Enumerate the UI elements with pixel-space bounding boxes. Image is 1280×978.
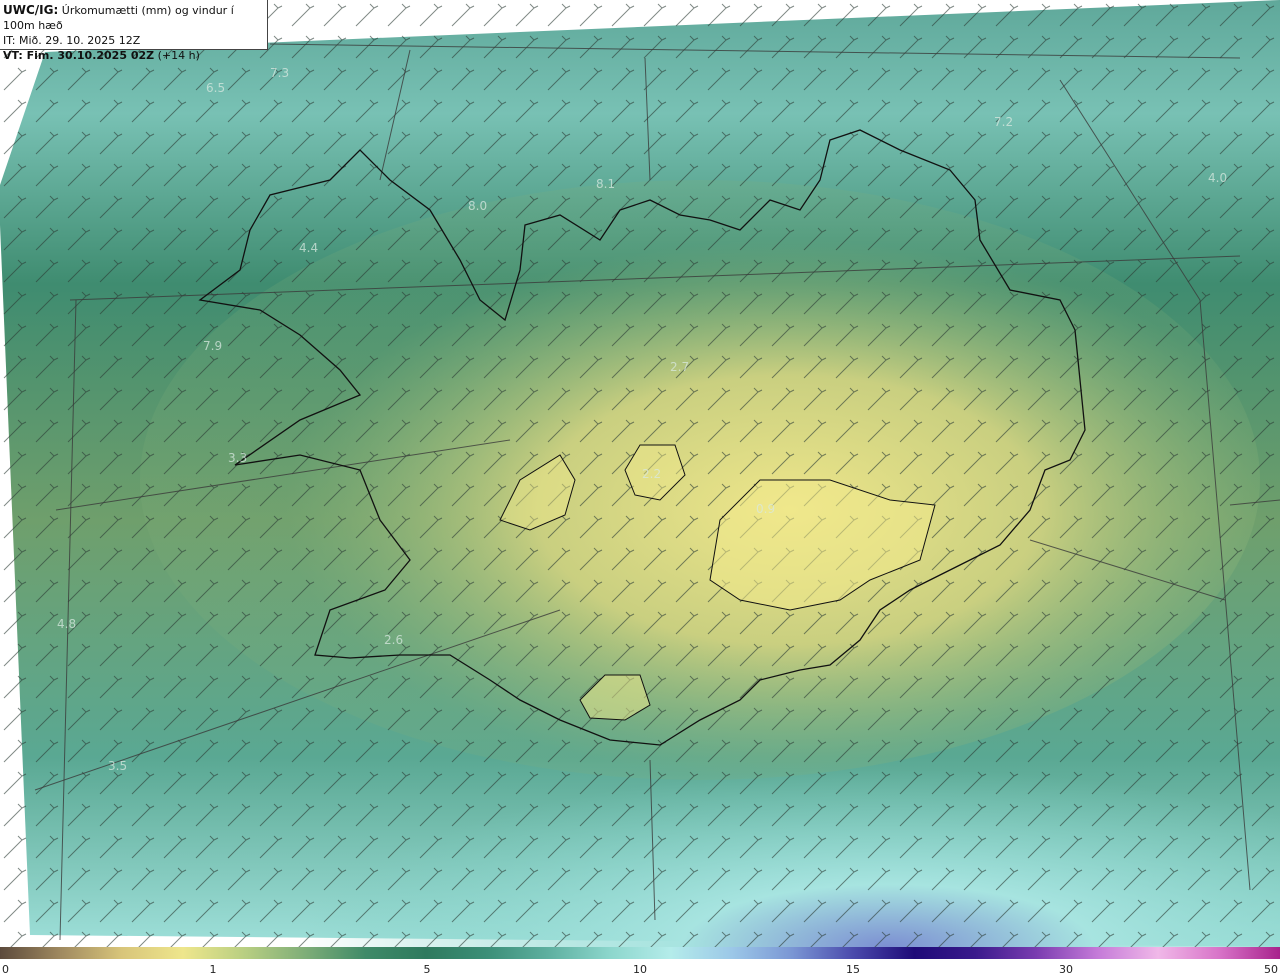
value-label: 2.2 xyxy=(642,467,661,481)
value-label: 2.6 xyxy=(384,633,403,647)
initial-time-label: IT: xyxy=(3,34,16,47)
value-label: 0.9 xyxy=(756,502,775,516)
value-label: 8.1 xyxy=(596,177,615,191)
value-label: 3.3 xyxy=(228,451,247,465)
colorbar-legend: 0 1 5 10 15 30 50 xyxy=(0,947,1280,978)
colorbar-tick: 10 xyxy=(633,963,647,976)
initial-time-value: Mið. 29. 10. 2025 12Z xyxy=(15,34,141,47)
value-label: 6.5 xyxy=(206,81,225,95)
colorbar-tick: 30 xyxy=(1059,963,1073,976)
valid-time-offset: (+14 h) xyxy=(154,49,200,62)
value-label: 2.7 xyxy=(670,360,689,374)
title-product: UWC/IG: xyxy=(3,3,59,17)
map-title: UWC/IG: Úrkomumætti (mm) og vindur í 100… xyxy=(3,3,267,33)
value-label: 8.0 xyxy=(468,199,487,213)
value-label: 4.8 xyxy=(57,617,76,631)
colorbar-tick: 1 xyxy=(209,963,217,976)
colorbar-tick: 0 xyxy=(2,963,9,976)
valid-time: VT: Fim. 30.10.2025 02Z (+14 h) xyxy=(3,48,267,63)
value-label: 3.5 xyxy=(108,759,127,773)
value-label: 7.3 xyxy=(270,66,289,80)
colorbar-tick: 5 xyxy=(423,963,431,976)
colorbar-tick: 15 xyxy=(846,963,860,976)
valid-time-label: VT: Fim. 30.10.2025 02Z xyxy=(3,49,155,62)
forecast-map: 6.5 7.3 7.2 4.0 8.1 8.0 4.4 7.9 2.7 3.3 … xyxy=(0,0,1280,947)
value-label: 4.4 xyxy=(299,241,318,255)
value-label: 4.0 xyxy=(1208,171,1227,185)
value-label: 7.2 xyxy=(994,115,1013,129)
colorbar-tick: 50 xyxy=(1264,963,1278,976)
colorbar-strip xyxy=(0,947,1280,959)
value-label: 7.9 xyxy=(203,339,222,353)
initial-time: IT: Mið. 29. 10. 2025 12Z xyxy=(3,33,267,48)
forecast-info-box: UWC/IG: Úrkomumætti (mm) og vindur í 100… xyxy=(0,0,268,62)
